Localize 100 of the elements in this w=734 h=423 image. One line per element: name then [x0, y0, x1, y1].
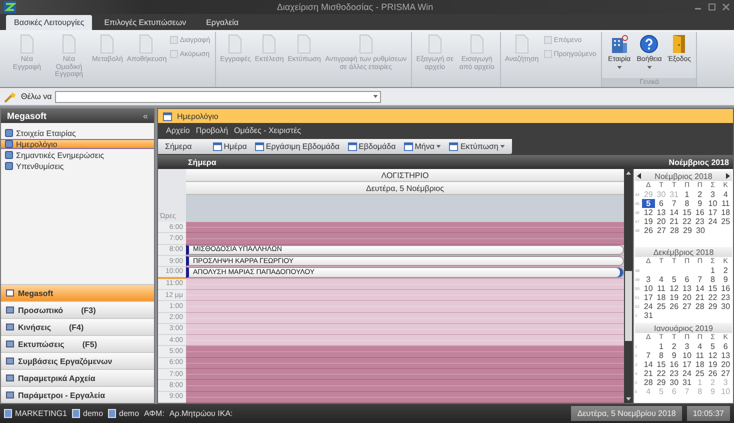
calendar-day[interactable]: 1: [680, 190, 694, 199]
calendar-day[interactable]: 22: [680, 217, 694, 226]
nav-item[interactable]: Συμβάσεις Εργαζόμενων: [1, 352, 154, 369]
calendar-day[interactable]: 30: [694, 226, 707, 235]
calendar-day[interactable]: 14: [642, 360, 655, 369]
calendar-day[interactable]: 17: [680, 360, 694, 369]
calendar-day[interactable]: 31: [680, 378, 694, 387]
calendar-day[interactable]: 18: [654, 293, 668, 302]
calendar-day[interactable]: 20: [680, 293, 694, 302]
calendar-day[interactable]: 7: [693, 275, 706, 284]
calendar-day[interactable]: 28: [642, 378, 655, 387]
calendar-day[interactable]: 5: [668, 275, 681, 284]
calendar-day[interactable]: 29: [706, 302, 720, 311]
sidebar-item[interactable]: Υπενθυμίσεις: [1, 161, 154, 171]
calendar-day[interactable]: 13: [680, 284, 694, 293]
ribbon-tab[interactable]: Εργαλεία: [198, 15, 247, 30]
calendar-day[interactable]: 22: [706, 293, 720, 302]
calendar-day[interactable]: 29: [681, 226, 694, 235]
calendar-day[interactable]: 26: [642, 226, 655, 235]
calendar-day[interactable]: 19: [642, 217, 655, 226]
toolbar-button[interactable]: Ημέρα: [210, 142, 250, 151]
calendar-day[interactable]: 3: [680, 342, 694, 351]
toolbar-button[interactable]: Εβδομάδα: [344, 142, 399, 151]
nav-item[interactable]: Παραμετρικά Αρχεία: [1, 369, 154, 386]
calendar-day[interactable]: 15: [706, 284, 720, 293]
calendar-day[interactable]: 23: [668, 369, 681, 378]
calendar-day[interactable]: 25: [693, 369, 706, 378]
calendar-day[interactable]: 24: [642, 302, 655, 311]
calendar-day[interactable]: 7: [668, 199, 681, 208]
calendar-day[interactable]: 20: [654, 217, 668, 226]
calendar-day[interactable]: 21: [668, 217, 681, 226]
calendar-day[interactable]: 24: [680, 369, 694, 378]
scroll-up-icon[interactable]: [626, 171, 631, 175]
nav-item[interactable]: Προσωπικό (F3): [1, 301, 154, 318]
menu-item[interactable]: Προβολή: [196, 126, 228, 135]
calendar-day[interactable]: 27: [680, 302, 694, 311]
calendar-day[interactable]: 16: [719, 284, 732, 293]
calendar-day[interactable]: 23: [719, 293, 732, 302]
calendar-day[interactable]: 9: [668, 351, 681, 360]
calendar-day[interactable]: 12: [706, 351, 720, 360]
calendar-day[interactable]: 2: [693, 190, 706, 199]
want-input-field[interactable]: [54, 90, 381, 102]
calendar-day[interactable]: 3: [706, 190, 720, 199]
toolbar-button[interactable]: Σήμερα: [162, 142, 208, 151]
menu-item[interactable]: Ομάδες - Χειριστές: [234, 126, 301, 135]
calendar-day[interactable]: 10: [642, 284, 655, 293]
calendar-day[interactable]: 9: [719, 275, 732, 284]
calendar-day[interactable]: 16: [668, 360, 681, 369]
ribbon-tab[interactable]: Βασικές Λειτουργίες: [6, 15, 92, 30]
calendar-day[interactable]: 28: [668, 226, 681, 235]
calendar-day[interactable]: 28: [693, 302, 706, 311]
calendar-day[interactable]: 4: [654, 275, 668, 284]
calendar-day[interactable]: 2: [719, 266, 732, 275]
close-icon[interactable]: [722, 3, 730, 11]
calendar-day[interactable]: 17: [706, 208, 720, 217]
calendar-day[interactable]: 23: [693, 217, 706, 226]
calendar-day[interactable]: 17: [642, 293, 655, 302]
calendar-day[interactable]: 27: [719, 369, 732, 378]
calendar-day[interactable]: 13: [654, 208, 668, 217]
calendar-day[interactable]: 15: [680, 208, 694, 217]
calendar-day[interactable]: 10: [706, 199, 720, 208]
calendar-day[interactable]: 1: [654, 342, 668, 351]
scroll-thumb[interactable]: [625, 271, 632, 341]
calendar-day[interactable]: 12: [642, 208, 655, 217]
toolbar-button[interactable]: Εργάσιμη Εβδομάδα: [252, 142, 343, 151]
nav-item[interactable]: Εκτυπώσεις (F5): [1, 335, 154, 352]
calendar-day[interactable]: 26: [668, 302, 681, 311]
nav-item[interactable]: Κινήσεις (F4): [1, 318, 154, 335]
calendar-day[interactable]: 14: [668, 208, 681, 217]
calendar-day[interactable]: 4: [719, 190, 732, 199]
calendar-day[interactable]: 20: [719, 360, 732, 369]
scroll-down-icon[interactable]: [626, 397, 631, 401]
collapse-button[interactable]: «: [142, 111, 148, 121]
sidebar-item[interactable]: Σημαντικές Ενημερώσεις: [1, 150, 154, 160]
calendar-day[interactable]: 30: [668, 378, 681, 387]
sidebar-item[interactable]: Στοιχεία Εταιρίας: [1, 128, 154, 138]
calendar-day[interactable]: 19: [706, 360, 720, 369]
calendar-day[interactable]: 12: [668, 284, 681, 293]
previous-month-icon[interactable]: [637, 173, 641, 179]
calendar-day[interactable]: 5: [706, 342, 720, 351]
nav-item[interactable]: Παράμετροι - Εργαλεία: [1, 386, 154, 403]
calendar-day[interactable]: 27: [655, 226, 668, 235]
calendar-day[interactable]: 9: [693, 199, 706, 208]
calendar-day[interactable]: 11: [719, 199, 732, 208]
calendar-day[interactable]: 6: [654, 199, 668, 208]
scrollbar[interactable]: [624, 169, 633, 403]
calendar-day[interactable]: 25: [654, 302, 668, 311]
calendar-day[interactable]: 6: [680, 275, 694, 284]
calendar-day[interactable]: 18: [693, 360, 706, 369]
calendar-day[interactable]: 2: [668, 342, 681, 351]
calendar-day[interactable]: 24: [706, 217, 720, 226]
calendar-day[interactable]: 21: [642, 369, 655, 378]
calendar-day[interactable]: 29: [654, 378, 668, 387]
calendar-day[interactable]: 10: [680, 351, 694, 360]
calendar-day[interactable]: 7: [642, 351, 655, 360]
calendar-day[interactable]: 11: [693, 351, 706, 360]
calendar-day[interactable]: 11: [654, 284, 668, 293]
calendar-day[interactable]: 1: [706, 266, 720, 275]
calendar-day[interactable]: 31: [642, 311, 655, 320]
calendar-day[interactable]: 18: [719, 208, 732, 217]
